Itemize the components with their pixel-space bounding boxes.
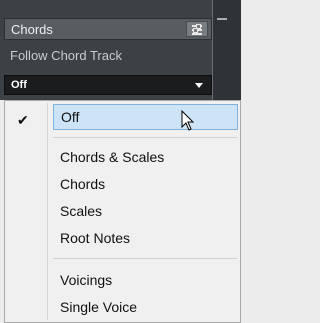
menu-item-label: Single Voice [60, 299, 138, 315]
chevron-down-icon [195, 83, 203, 88]
menu-separator [53, 137, 237, 138]
follow-chord-track-dropdown[interactable]: Off [4, 75, 212, 95]
menu-item-label: Root Notes [60, 230, 131, 246]
menu-item-label: Chords [60, 176, 106, 192]
follow-chord-track-menu: ✔ Off Chords & Scales Chords Scales Root… [4, 100, 241, 323]
chords-title: Chords [11, 22, 53, 37]
chords-panel: Chords Follow Chord Track Off [0, 0, 241, 100]
menu-item-single-voice[interactable]: Single Voice [5, 294, 240, 320]
panel-menu-button[interactable] [186, 21, 208, 37]
menu-item-chords-scales[interactable]: Chords & Scales [5, 144, 240, 170]
menu-item-chords[interactable]: Chords [5, 171, 240, 197]
mouse-pointer-icon [181, 110, 195, 131]
menu-item-label: Chords & Scales [60, 149, 165, 165]
menu-item-label: Voicings [60, 272, 113, 288]
menu-item-voicings[interactable]: Voicings [5, 267, 240, 293]
side-strip [212, 0, 241, 100]
menu-item-scales[interactable]: Scales [5, 198, 240, 224]
dropdown-value: Off [11, 79, 27, 91]
chords-header-bar: Chords [4, 18, 212, 40]
menu-item-off[interactable]: Off [53, 104, 238, 130]
follow-chord-track-label: Follow Chord Track [10, 48, 122, 63]
menu-item-label: Off [61, 109, 80, 125]
checkmark-icon: ✔ [17, 112, 29, 128]
menu-separator [53, 258, 237, 259]
menu-item-root-notes[interactable]: Root Notes [5, 225, 240, 251]
menu-item-label: Scales [60, 203, 103, 219]
